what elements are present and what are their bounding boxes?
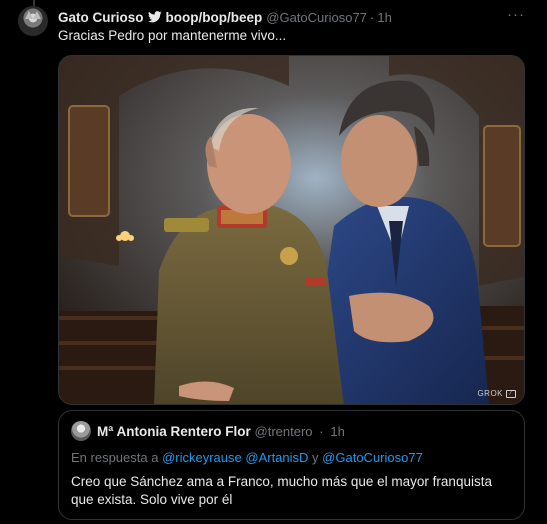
- tweet-image[interactable]: GROK ⁄: [58, 55, 525, 405]
- quoted-tweet[interactable]: Mª Antonia Rentero Flor @trentero · 1h E…: [58, 410, 525, 520]
- more-options-icon[interactable]: ···: [507, 6, 525, 23]
- quote-avatar[interactable]: [71, 421, 91, 441]
- reply-prefix: En respuesta a: [71, 450, 159, 465]
- author-handle[interactable]: @GatoCurioso77: [266, 10, 367, 25]
- tweet-header: Gato Curioso boop/bop/beep @GatoCurioso7…: [58, 8, 527, 26]
- author-name-suffix[interactable]: boop/bop/beep: [166, 10, 263, 25]
- generated-image-illustration: [59, 56, 524, 404]
- quote-text: Creo que Sánchez ama a Franco, mucho más…: [71, 474, 492, 507]
- reply-and: y: [312, 450, 319, 465]
- mention-link[interactable]: @GatoCurioso77: [322, 450, 423, 465]
- mention-link[interactable]: @ArtanisD: [245, 450, 308, 465]
- quote-author-name[interactable]: Mª Antonia Rentero Flor: [97, 424, 251, 439]
- quote-timestamp[interactable]: 1h: [330, 424, 344, 439]
- mention-link[interactable]: @rickeyrause: [162, 450, 242, 465]
- grok-logo-icon: ⁄: [506, 389, 516, 398]
- cat-ear-right: [33, 11, 41, 19]
- cat-ear-left: [25, 11, 33, 19]
- twitter-bird-icon: [147, 11, 162, 23]
- author-name[interactable]: Gato Curioso: [58, 10, 144, 25]
- grok-watermark-label: GROK: [477, 389, 503, 398]
- separator-dot: ·: [369, 9, 375, 25]
- avatar[interactable]: [18, 6, 48, 36]
- reply-context: En respuesta a @rickeyrause @ArtanisD y …: [71, 450, 423, 465]
- grok-watermark: GROK ⁄: [477, 389, 516, 398]
- quote-header: Mª Antonia Rentero Flor @trentero · 1h: [97, 424, 345, 439]
- tweet-text: Gracias Pedro por mantenerme vivo...: [58, 28, 287, 43]
- quote-author-handle[interactable]: @trentero: [255, 424, 313, 439]
- timestamp[interactable]: 1h: [377, 10, 391, 25]
- quote-separator-dot: ·: [319, 424, 324, 439]
